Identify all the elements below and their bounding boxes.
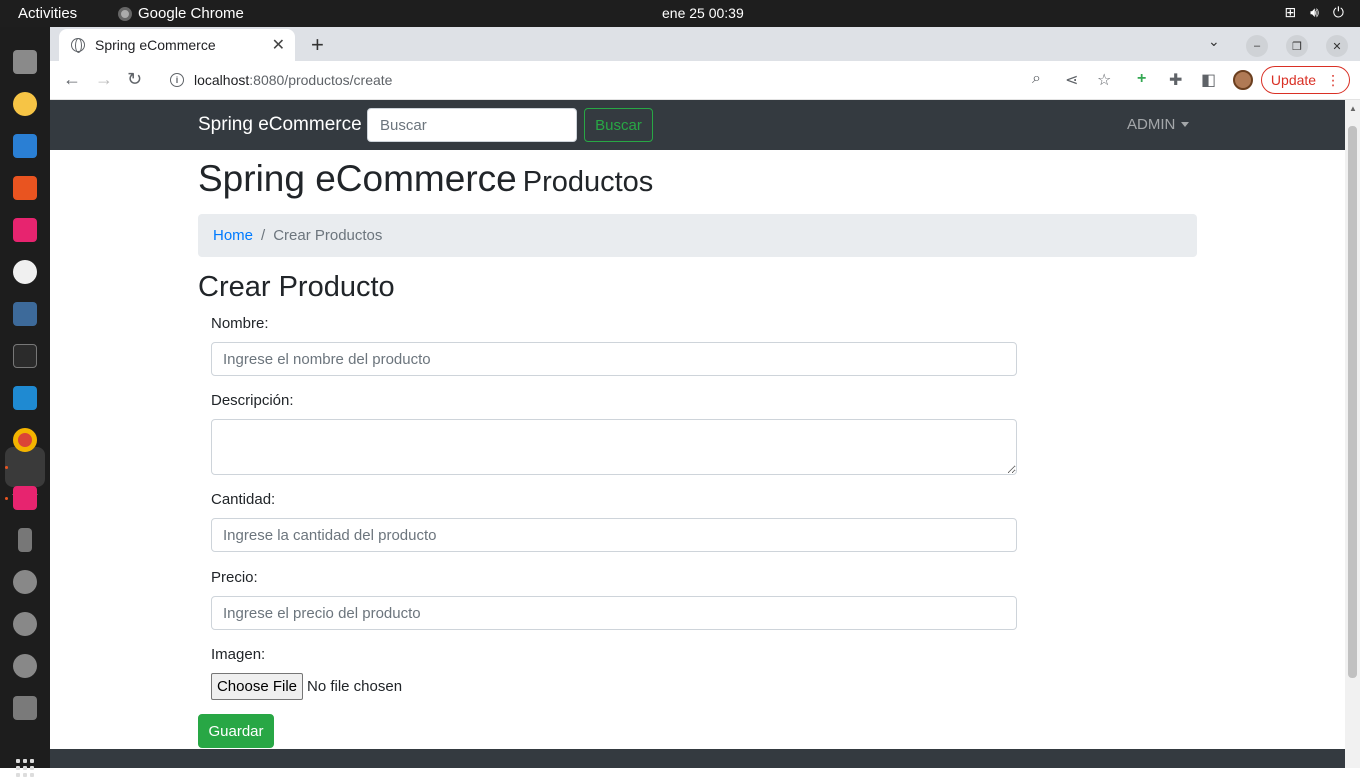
scroll-up-icon[interactable]: ▲ [1349,104,1357,113]
writer-icon[interactable] [13,134,37,158]
nombre-label: Nombre: [211,315,269,332]
page-title: Spring eCommerce Productos [198,158,653,200]
power-icon: ⏻ [1332,4,1344,20]
files-icon[interactable] [13,50,37,74]
page-title-sub: Productos [522,166,654,198]
trash-icon[interactable] [13,696,37,720]
globe-icon [71,38,85,53]
site-info-icon[interactable]: i [170,73,184,87]
breadcrumb-home-link[interactable]: Home [213,227,253,244]
update-label: Update [1270,72,1317,88]
disk-icon[interactable] [13,654,37,678]
share-icon[interactable]: ⋖ [1065,70,1078,90]
tab-title: Spring eCommerce [95,37,216,53]
running-indicator [5,466,8,469]
activities-button[interactable]: Activities [18,5,77,22]
page-viewport: Spring eCommerce Buscar ADMIN Spring eCo… [50,100,1345,768]
chrome-icon [118,6,132,21]
new-tab-icon[interactable]: + [311,32,324,58]
intellij-running-icon[interactable] [13,486,37,510]
software-icon[interactable] [13,176,37,200]
page-title-main: Spring eCommerce [198,158,517,199]
site-navbar: Spring eCommerce Buscar ADMIN [50,100,1345,150]
workbench-icon[interactable] [13,260,37,284]
minimize-icon[interactable]: – [1246,35,1268,57]
descripcion-textarea[interactable] [211,419,1017,475]
dock [0,27,50,777]
profile-avatar[interactable] [1233,70,1253,90]
disk-icon[interactable] [13,570,37,594]
search-input[interactable] [367,108,577,142]
extension-plus-icon[interactable]: + [1137,70,1146,88]
forward-icon[interactable]: → [95,69,113,89]
guardar-button[interactable]: Guardar [198,714,274,748]
breadcrumb-current: Crear Productos [273,227,383,244]
admin-label: ADMIN [1127,116,1176,133]
breadcrumb-separator: / [261,227,266,244]
mysql-icon[interactable] [13,302,37,326]
bookmark-star-icon[interactable]: ☆ [1097,70,1111,90]
system-tray[interactable]: ⊞ 🔊︎ ⏻ [1284,4,1344,21]
update-button[interactable]: Update ⋮ [1261,66,1350,94]
app-menu[interactable]: Google Chrome [118,5,244,22]
caret-down-icon [1181,122,1190,127]
page-footer [50,749,1345,768]
close-window-icon[interactable]: ✕ [1326,35,1348,57]
app-name: Google Chrome [138,5,244,22]
choose-file-button[interactable]: Choose File [211,673,303,700]
breadcrumb: Home / Crear Productos [198,214,1197,257]
system-top-bar: Activities Google Chrome ene 25 00:39 ⊞ … [0,0,1360,27]
tab-spring-ecommerce[interactable]: Spring eCommerce ✕ [59,29,295,61]
disk-icon[interactable] [13,612,37,636]
chrome-dock-icon[interactable] [13,428,37,452]
side-panel-icon[interactable]: ◧ [1201,70,1216,90]
cantidad-input[interactable] [211,518,1017,552]
usb-icon[interactable] [18,528,32,552]
tab-strip: Spring eCommerce ✕ + ⌄ – ❐ ✕ [50,27,1360,61]
admin-dropdown[interactable]: ADMIN [1127,116,1190,133]
extensions-icon[interactable]: ✚ [1169,70,1182,90]
vscode-icon[interactable] [13,386,37,410]
url-host: localhost [194,72,250,88]
restore-icon[interactable]: ❐ [1286,35,1308,57]
zoom-icon[interactable]: ⌕ [1032,70,1041,88]
url-path: :8080/productos/create [249,72,393,88]
file-input[interactable]: Choose File No file chosen [211,673,402,700]
nombre-input[interactable] [211,342,1017,376]
address-bar[interactable]: i localhost:8080/productos/create [158,64,1048,96]
terminal-icon[interactable] [13,344,37,368]
running-indicator [5,497,8,500]
active-app-highlight [5,447,45,487]
rhythmbox-icon[interactable] [13,92,37,116]
search-button[interactable]: Buscar [584,108,653,142]
clock[interactable]: ene 25 00:39 [662,5,744,21]
back-icon[interactable]: ← [63,69,81,89]
descripcion-label: Descripción: [211,392,294,409]
file-status: No file chosen [307,678,403,695]
cantidad-label: Cantidad: [211,491,276,508]
imagen-label: Imagen: [211,646,266,663]
form-title: Crear Producto [198,271,395,303]
scrollbar-thumb[interactable] [1348,126,1357,678]
browser-toolbar: ← → ↻ i localhost:8080/productos/create … [50,61,1360,100]
kebab-menu-icon: ⋮ [1326,71,1341,88]
navbar-brand[interactable]: Spring eCommerce [198,114,362,136]
volume-icon: 🔊︎ [1310,4,1319,20]
show-apps-icon[interactable] [16,759,34,777]
page-scrollbar[interactable]: ▲ [1345,100,1360,768]
close-tab-icon[interactable]: ✕ [272,35,285,55]
tab-search-icon[interactable]: ⌄ [1208,33,1220,50]
precio-label: Precio: [211,569,258,586]
network-icon: ⊞ [1284,4,1297,20]
reload-icon[interactable]: ↻ [127,69,142,89]
precio-input[interactable] [211,596,1017,630]
intellij-icon[interactable] [13,218,37,242]
